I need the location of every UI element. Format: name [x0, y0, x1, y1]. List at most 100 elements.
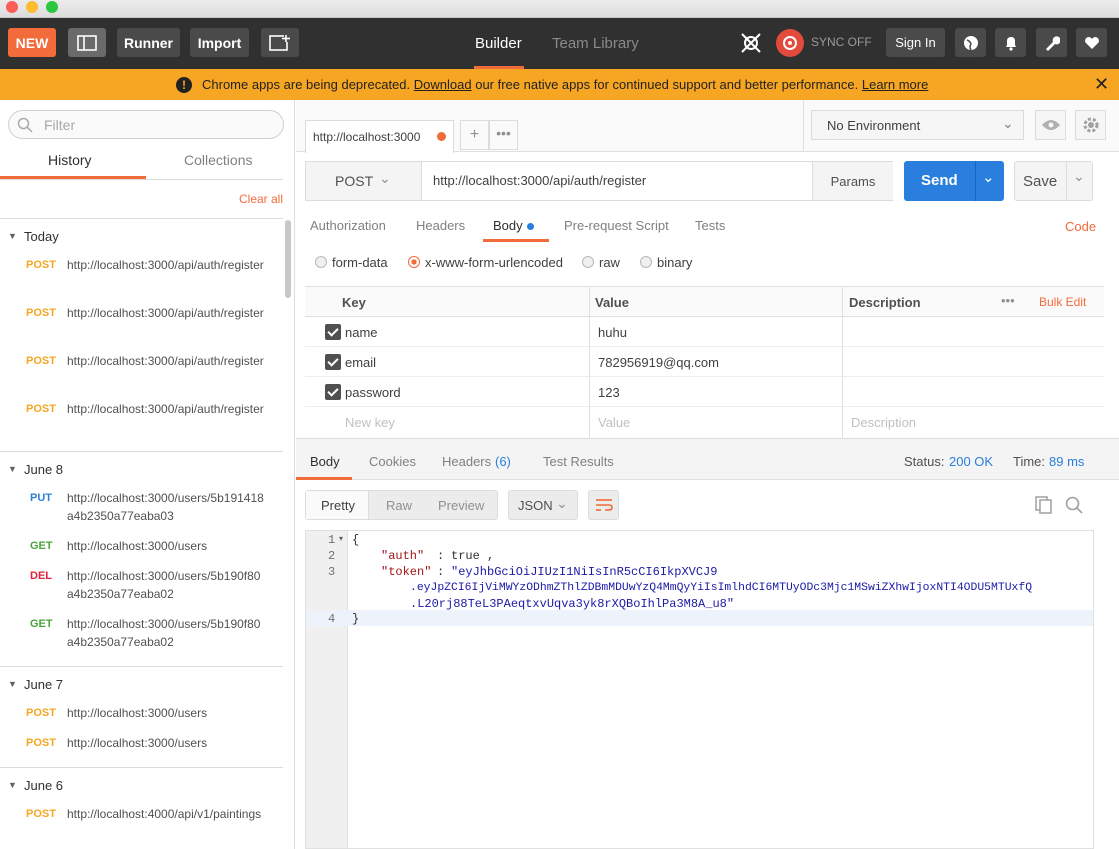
runner-button[interactable]: Runner [117, 28, 180, 57]
filter-placeholder: Filter [44, 117, 76, 133]
window-titlebar [0, 0, 1119, 18]
send-button[interactable]: Send [921, 172, 958, 189]
send-options-chevron-icon[interactable]: ⌄ [982, 168, 995, 186]
notifications-icon[interactable] [995, 28, 1026, 57]
chevron-down-icon: ⌄ [1002, 115, 1014, 131]
clear-all-link[interactable]: Clear all [239, 192, 283, 206]
tab-authorization[interactable]: Authorization [310, 218, 386, 233]
table-row: email 782956919@qq.com [305, 347, 1104, 377]
row-value[interactable]: 123 [598, 385, 620, 400]
response-tab-cookies[interactable]: Cookies [369, 454, 416, 469]
close-window-button[interactable] [6, 1, 18, 13]
wrap-lines-icon[interactable] [588, 490, 619, 520]
learn-more-link[interactable]: Learn more [862, 77, 928, 92]
new-value-input[interactable]: Value [598, 415, 630, 430]
history-tab[interactable]: History [48, 152, 92, 168]
collapse-caret-icon[interactable]: ▼ [8, 464, 17, 474]
collapse-caret-icon[interactable]: ▼ [8, 231, 17, 241]
new-key-input[interactable]: New key [345, 415, 395, 430]
collapse-caret-icon[interactable]: ▼ [8, 679, 17, 689]
collections-tab[interactable]: Collections [184, 152, 252, 168]
new-row: New key Value Description [305, 407, 1104, 437]
method-label: POST [26, 808, 56, 820]
sidebar-toggle-icon[interactable] [68, 28, 106, 57]
new-window-icon[interactable] [261, 28, 299, 57]
chevron-down-icon: ⌄ [379, 170, 391, 186]
fold-caret-icon[interactable]: ▾ [339, 534, 343, 543]
radio-form-data[interactable] [315, 256, 327, 268]
radio-binary[interactable] [640, 256, 652, 268]
json-key-auth: "auth" [381, 549, 425, 563]
view-mode-preview[interactable]: Preview [438, 498, 484, 513]
warning-icon: ! [176, 77, 192, 93]
response-tab-test-results[interactable]: Test Results [543, 454, 614, 469]
bulk-edit-link[interactable]: Bulk Edit [1039, 295, 1086, 309]
sync-status: SYNC OFF [811, 35, 872, 49]
request-url: http://localhost:3000/users/5b190f80a4b2… [67, 569, 261, 601]
row-value[interactable]: huhu [598, 325, 627, 340]
tab-tests[interactable]: Tests [695, 218, 725, 233]
format-select[interactable]: JSON ⌄ [508, 490, 578, 520]
new-description-input[interactable]: Description [851, 415, 916, 430]
environment-quick-look-icon[interactable] [1035, 110, 1066, 140]
builder-tab[interactable]: Builder [475, 35, 522, 52]
close-banner-icon[interactable]: ✕ [1094, 74, 1109, 95]
download-link[interactable]: Download [414, 77, 472, 92]
code-link[interactable]: Code [1065, 219, 1096, 234]
interceptor-icon[interactable] [736, 28, 766, 57]
section-title: June 7 [24, 677, 64, 692]
row-checkbox[interactable] [325, 384, 341, 400]
params-button[interactable]: Params [812, 162, 893, 200]
request-tab[interactable]: http://localhost:3000 [305, 120, 454, 153]
settings-wrench-icon[interactable] [1036, 28, 1067, 57]
view-mode-raw[interactable]: Raw [386, 498, 412, 513]
maximize-window-button[interactable] [46, 1, 58, 13]
response-tab-headers[interactable]: Headers [442, 454, 491, 469]
row-key[interactable]: name [345, 325, 378, 340]
copy-icon[interactable] [1035, 496, 1053, 517]
save-options-chevron-icon[interactable]: ⌄ [1073, 168, 1085, 185]
sync-icon[interactable] [776, 29, 804, 57]
new-button[interactable]: NEW [8, 28, 56, 57]
sign-in-button[interactable]: Sign In [886, 28, 945, 57]
environment-settings-gear-icon[interactable] [1075, 110, 1106, 140]
body-type-raw: raw [599, 255, 620, 270]
environment-select[interactable]: No Environment ⌄ [811, 110, 1024, 140]
table-options-icon[interactable]: ••• [1001, 293, 1015, 308]
collapse-caret-icon[interactable]: ▼ [8, 780, 17, 790]
import-button[interactable]: Import [190, 28, 249, 57]
add-tab-icon[interactable]: + [460, 120, 489, 150]
response-editor[interactable]: 1 ▾ 2 3 4 { "auth" : true , "token" : "e… [305, 530, 1094, 849]
globe-icon[interactable] [955, 28, 986, 57]
heart-icon[interactable] [1076, 28, 1107, 57]
json-colon: : [437, 565, 445, 579]
filter-input[interactable]: Filter [8, 110, 284, 139]
tab-body[interactable]: Body [493, 218, 523, 233]
method-select[interactable]: POST ⌄ [306, 162, 422, 200]
request-url: http://localhost:3000/users [67, 706, 208, 720]
row-key[interactable]: password [345, 385, 401, 400]
sidebar-scrollbar[interactable] [285, 220, 291, 298]
tab-options-icon[interactable]: ••• [489, 120, 518, 150]
row-checkbox[interactable] [325, 354, 341, 370]
request-tab-title: http://localhost:3000 [313, 130, 421, 144]
radio-urlencoded[interactable] [408, 256, 420, 268]
request-url: http://localhost:3000/api/auth/register [67, 402, 264, 416]
url-input[interactable]: http://localhost:3000/api/auth/register [433, 173, 646, 188]
view-mode-pretty[interactable]: Pretty [321, 498, 355, 513]
tab-headers[interactable]: Headers [416, 218, 465, 233]
history-section-today: ▼ Today [0, 218, 283, 244]
json-token-line3: .L20rj88TeL3PAeqtxvUqva3yk8rXQBoIhlPa3M8… [410, 597, 735, 611]
response-tab-body[interactable]: Body [310, 454, 340, 469]
search-response-icon[interactable] [1065, 496, 1083, 517]
body-indicator-dot-icon [527, 223, 534, 230]
minimize-window-button[interactable] [26, 1, 38, 13]
row-value[interactable]: 782956919@qq.com [598, 355, 719, 370]
radio-raw[interactable] [582, 256, 594, 268]
banner-message: Chrome apps are being deprecated. Downlo… [202, 77, 928, 92]
save-button[interactable]: Save [1023, 173, 1057, 190]
row-key[interactable]: email [345, 355, 376, 370]
tab-pre-request-script[interactable]: Pre-request Script [564, 218, 669, 233]
row-checkbox[interactable] [325, 324, 341, 340]
team-library-tab[interactable]: Team Library [552, 35, 639, 52]
